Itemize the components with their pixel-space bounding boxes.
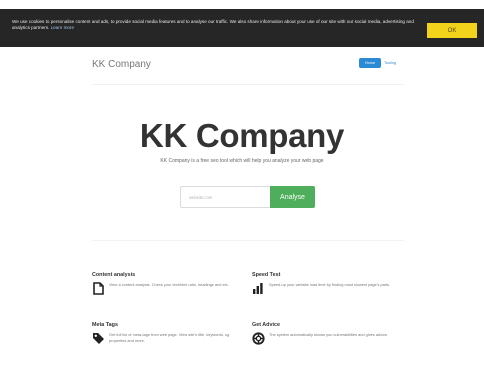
feature-description: View a content analysis. Check your text… [109, 282, 229, 287]
nav-home-link[interactable]: Home [359, 58, 381, 68]
feature-description: The system automatically shows you vulne… [269, 332, 389, 337]
cookie-ok-button[interactable]: OK [427, 23, 477, 38]
feature-title: Speed Test [252, 272, 281, 278]
feature-title: Meta Tags [92, 322, 118, 328]
brand-logo[interactable]: KK Company [92, 59, 151, 70]
feature-meta-tags: Meta Tags Get full list of meta-tags fro… [92, 322, 242, 345]
section-divider [92, 240, 404, 241]
feature-content-analysis: Content analysis View a content analysis… [92, 272, 242, 295]
header-divider [92, 84, 404, 85]
feature-speed-test: Speed Test Speed-up your website load ti… [252, 272, 402, 295]
cookie-text: We use cookies to personalise content an… [12, 19, 427, 32]
hero-title: KK Company [139, 117, 345, 154]
tag-icon [92, 332, 105, 345]
feature-description: Speed-up your website load time by findi… [269, 282, 391, 287]
analyse-button[interactable]: Analyse [270, 186, 315, 208]
website-url-input[interactable] [180, 186, 270, 208]
hero-subtitle: KK Company is a free seo tool which will… [160, 158, 324, 164]
cookie-learn-more-link[interactable]: Learn more [51, 25, 75, 30]
feature-description: Get full list of meta-tags from web page… [109, 332, 230, 343]
bar-chart-icon [252, 282, 265, 295]
feature-get-advice: Get Advice The system automatically show… [252, 322, 402, 345]
nav-tooling-link[interactable]: Tooling [384, 58, 396, 68]
file-icon [92, 282, 105, 295]
feature-title: Get Advice [252, 322, 280, 328]
feature-title: Content analysis [92, 272, 136, 278]
cookie-banner: We use cookies to personalise content an… [0, 9, 484, 47]
support-icon [252, 332, 265, 345]
